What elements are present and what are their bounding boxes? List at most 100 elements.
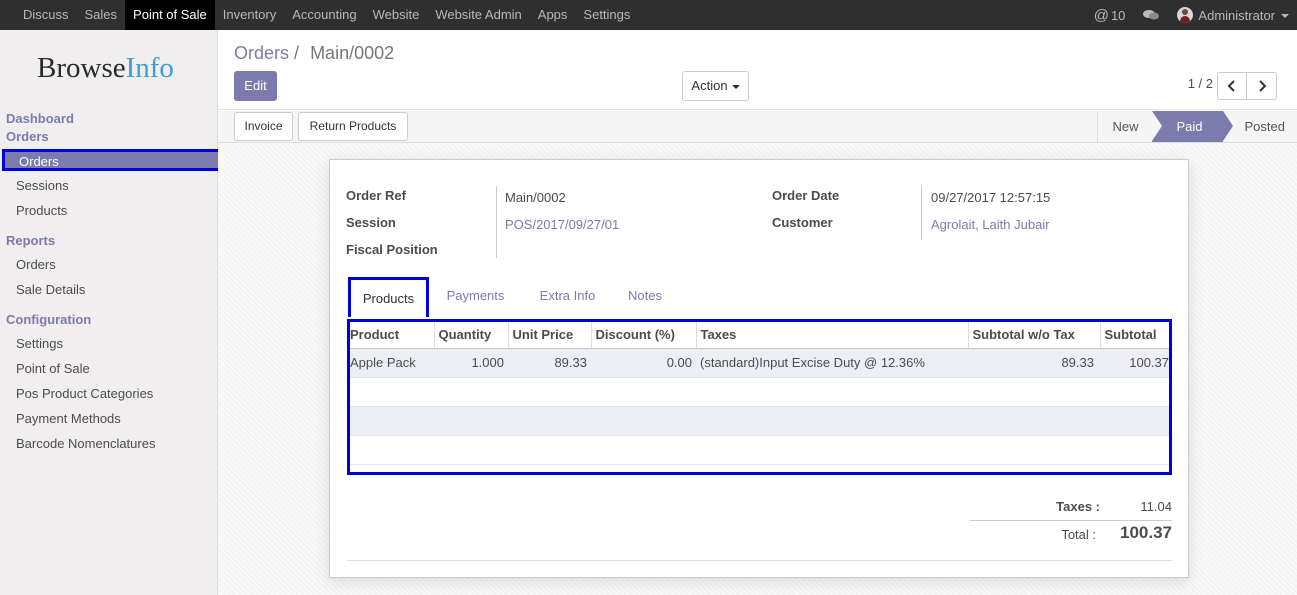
tab-notes[interactable]: Notes <box>621 277 669 317</box>
sidebar-section-reports[interactable]: Reports <box>6 233 55 248</box>
taxes-value: 11.04 <box>1140 499 1172 514</box>
mentions-count: 10 <box>1110 7 1126 23</box>
mentions-button[interactable]: @ 10 <box>1094 7 1126 24</box>
taxes-label: Taxes : <box>1056 499 1100 514</box>
pager-previous-button[interactable] <box>1217 72 1247 100</box>
cell-subtotal-wo-tax: 89.33 <box>968 348 1100 378</box>
customer-link[interactable]: Agrolait, Laith Jubair <box>931 217 1050 232</box>
sidebar-item-barcode-nomenclatures[interactable]: Barcode Nomenclatures <box>16 436 155 451</box>
sidebar-item-orders[interactable]: Orders <box>2 149 221 171</box>
cell-subtotal: 100.37 <box>1100 348 1169 378</box>
cell-quantity: 1.000 <box>434 348 508 378</box>
status-stages: New Paid Posted <box>1097 111 1297 142</box>
status-bar: Invoice Return Products New Paid Posted <box>218 111 1297 143</box>
order-ref-value: Main/0002 <box>505 190 566 205</box>
edit-button[interactable]: Edit <box>234 71 277 101</box>
action-dropdown[interactable]: Action <box>682 71 749 101</box>
tab-extra-info[interactable]: Extra Info <box>530 277 605 317</box>
sidebar-dashboard[interactable]: Dashboard <box>6 111 74 126</box>
menu-sales[interactable]: Sales <box>77 0 126 30</box>
session-link[interactable]: POS/2017/09/27/01 <box>505 217 619 232</box>
stage-paid[interactable]: Paid <box>1152 111 1233 142</box>
menu-point-of-sale[interactable]: Point of Sale <box>125 0 215 30</box>
sidebar-item-payment-methods[interactable]: Payment Methods <box>16 411 121 426</box>
sidebar-section-orders[interactable]: Orders <box>6 129 49 144</box>
app-menu: Discuss Sales Point of Sale Inventory Ac… <box>0 0 638 30</box>
breadcrumb-orders-link[interactable]: Orders <box>234 43 289 63</box>
menu-settings[interactable]: Settings <box>575 0 638 30</box>
fiscal-position-label: Fiscal Position <box>346 242 438 257</box>
control-panel: Orders / Main/0002 Edit Action 1 / 2 <box>218 30 1297 110</box>
cell-discount: 0.00 <box>591 348 696 378</box>
systray: @ 10 Administrator <box>1094 0 1289 30</box>
pager-value: 1 / 2 <box>1187 76 1213 91</box>
column-header-subtotal-wo-tax[interactable]: Subtotal w/o Tax <box>968 322 1101 349</box>
cell-taxes: (standard)Input Excise Duty @ 12.36% <box>696 348 968 378</box>
sidebar-item-report-orders[interactable]: Orders <box>16 257 56 272</box>
order-date-value: 09/27/2017 12:57:15 <box>931 190 1051 205</box>
avatar[interactable] <box>1177 7 1194 23</box>
order-lines-table: Product Quantity Unit Price Discount (%)… <box>347 319 1172 475</box>
sidebar-item-pos-product-categories[interactable]: Pos Product Categories <box>16 386 153 401</box>
invoice-button[interactable]: Invoice <box>234 112 293 141</box>
stage-posted[interactable]: Posted <box>1223 111 1297 142</box>
chat-icon[interactable] <box>1143 9 1160 21</box>
menu-apps[interactable]: Apps <box>530 0 576 30</box>
menu-inventory[interactable]: Inventory <box>215 0 284 30</box>
stage-new[interactable]: New <box>1097 111 1152 142</box>
chevron-down-icon <box>1281 14 1289 19</box>
menu-discuss[interactable]: Discuss <box>0 0 77 30</box>
pager-next-button[interactable] <box>1247 72 1277 100</box>
user-name: Administrator <box>1198 7 1275 23</box>
form-sheet: Order Ref Session Fiscal Position Main/0… <box>329 159 1189 578</box>
column-header-discount[interactable]: Discount (%) <box>591 322 697 349</box>
customer-label: Customer <box>772 215 833 230</box>
column-header-unit-price[interactable]: Unit Price <box>508 322 592 349</box>
column-header-taxes[interactable]: Taxes <box>696 322 969 349</box>
return-products-button[interactable]: Return Products <box>298 112 408 141</box>
bottom-divider <box>347 560 1172 561</box>
chevron-right-icon <box>1258 80 1266 92</box>
cell-product: Apple Pack <box>350 348 434 378</box>
table-header-row: Product Quantity Unit Price Discount (%)… <box>350 322 1169 349</box>
sidebar-item-settings[interactable]: Settings <box>16 336 63 351</box>
sidebar-item-sessions[interactable]: Sessions <box>16 178 69 193</box>
total-value: 100.37 <box>1120 523 1172 542</box>
user-menu[interactable]: Administrator <box>1198 8 1289 23</box>
tab-products[interactable]: Products <box>348 277 429 317</box>
chevron-left-icon <box>1227 80 1235 92</box>
divider <box>496 186 497 258</box>
total-label: Total : <box>1061 527 1096 542</box>
table-row[interactable]: Apple Pack 1.000 89.33 0.00 (standard)In… <box>350 348 1169 378</box>
cell-unit-price: 89.33 <box>508 348 591 378</box>
sidebar-item-point-of-sale[interactable]: Point of Sale <box>16 361 90 376</box>
sidebar-item-sale-details[interactable]: Sale Details <box>16 282 85 297</box>
form-view: Order Ref Session Fiscal Position Main/0… <box>218 143 1297 595</box>
session-label: Session <box>346 215 396 230</box>
table-row-empty <box>350 406 1169 436</box>
notebook-tabs: Products Payments Extra Info Notes <box>347 277 1172 317</box>
tab-payments[interactable]: Payments <box>438 277 513 317</box>
menu-website[interactable]: Website <box>365 0 428 30</box>
at-icon: @ <box>1093 6 1109 24</box>
breadcrumb-separator: / <box>294 43 300 63</box>
action-label: Action <box>691 78 728 93</box>
company-logo: BrowseInfo <box>37 52 174 84</box>
breadcrumb-current: Main/0002 <box>310 43 395 63</box>
totals-divider <box>970 520 1172 521</box>
order-ref-label: Order Ref <box>346 188 406 203</box>
top-navbar: Discuss Sales Point of Sale Inventory Ac… <box>0 0 1297 30</box>
column-header-quantity[interactable]: Quantity <box>434 322 509 349</box>
table-row-empty <box>350 377 1169 407</box>
pager-buttons <box>1217 72 1277 100</box>
column-header-subtotal[interactable]: Subtotal <box>1100 322 1169 349</box>
sidebar-item-products[interactable]: Products <box>16 203 67 218</box>
order-date-label: Order Date <box>772 188 840 203</box>
column-header-product[interactable]: Product <box>350 322 435 349</box>
breadcrumb: Orders / Main/0002 <box>234 43 394 64</box>
sidebar: BrowseInfo Dashboard Orders Orders Sessi… <box>0 30 221 595</box>
menu-website-admin[interactable]: Website Admin <box>427 0 529 30</box>
divider <box>921 186 922 240</box>
sidebar-section-configuration[interactable]: Configuration <box>6 312 91 327</box>
menu-accounting[interactable]: Accounting <box>284 0 364 30</box>
